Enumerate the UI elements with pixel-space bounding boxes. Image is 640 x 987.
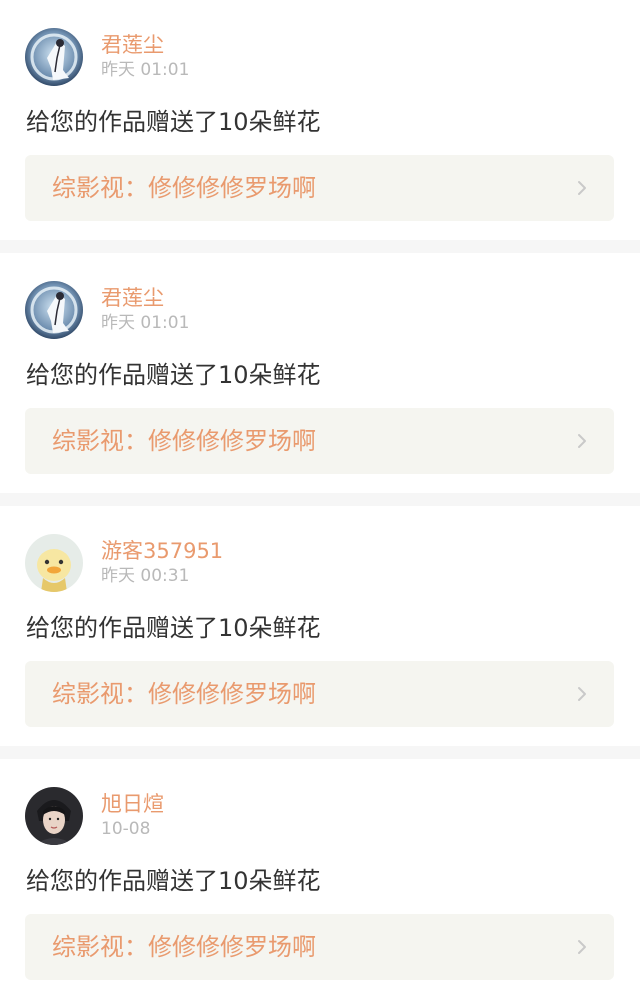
notification-message: 给您的作品赠送了10朵鲜花 [26,108,321,136]
work-link[interactable]: 综影视：修修修修罗场啊 [25,661,614,727]
timestamp: 10-08 [101,819,151,839]
avatar-icon[interactable] [25,534,83,592]
work-title: 综影视：修修修修罗场啊 [52,933,316,961]
timestamp: 昨天 00:31 [101,566,190,586]
chevron-right-icon [578,940,586,954]
avatar-icon[interactable] [25,787,83,845]
avatar-icon[interactable] [25,281,83,339]
timestamp: 昨天 01:01 [101,313,190,333]
username[interactable]: 君莲尘 [101,31,164,59]
work-link[interactable]: 综影视：修修修修罗场啊 [25,914,614,980]
username[interactable]: 君莲尘 [101,284,164,312]
chevron-right-icon [578,434,586,448]
notification-card: 旭日煊 10-08 给您的作品赠送了10朵鲜花 综影视：修修修修罗场啊 [0,759,640,987]
work-title: 综影视：修修修修罗场啊 [52,680,316,708]
timestamp: 昨天 01:01 [101,60,190,80]
notification-message: 给您的作品赠送了10朵鲜花 [26,614,321,642]
work-title: 综影视：修修修修罗场啊 [52,427,316,455]
username[interactable]: 旭日煊 [101,790,164,818]
notification-card: 君莲尘 昨天 01:01 给您的作品赠送了10朵鲜花 综影视：修修修修罗场啊 [0,253,640,490]
notification-message: 给您的作品赠送了10朵鲜花 [26,867,321,895]
chevron-right-icon [578,687,586,701]
notification-list-page: 君莲尘 昨天 01:01 给您的作品赠送了10朵鲜花 综影视：修修修修罗场啊 君… [0,0,640,987]
work-link[interactable]: 综影视：修修修修罗场啊 [25,408,614,474]
work-link[interactable]: 综影视：修修修修罗场啊 [25,155,614,221]
chevron-right-icon [578,181,586,195]
notification-message: 给您的作品赠送了10朵鲜花 [26,361,321,389]
notification-card: 游客357951 昨天 00:31 给您的作品赠送了10朵鲜花 综影视：修修修修… [0,506,640,743]
username[interactable]: 游客357951 [101,537,223,565]
notification-card: 君莲尘 昨天 01:01 给您的作品赠送了10朵鲜花 综影视：修修修修罗场啊 [0,0,640,237]
work-title: 综影视：修修修修罗场啊 [52,174,316,202]
avatar-icon[interactable] [25,28,83,86]
